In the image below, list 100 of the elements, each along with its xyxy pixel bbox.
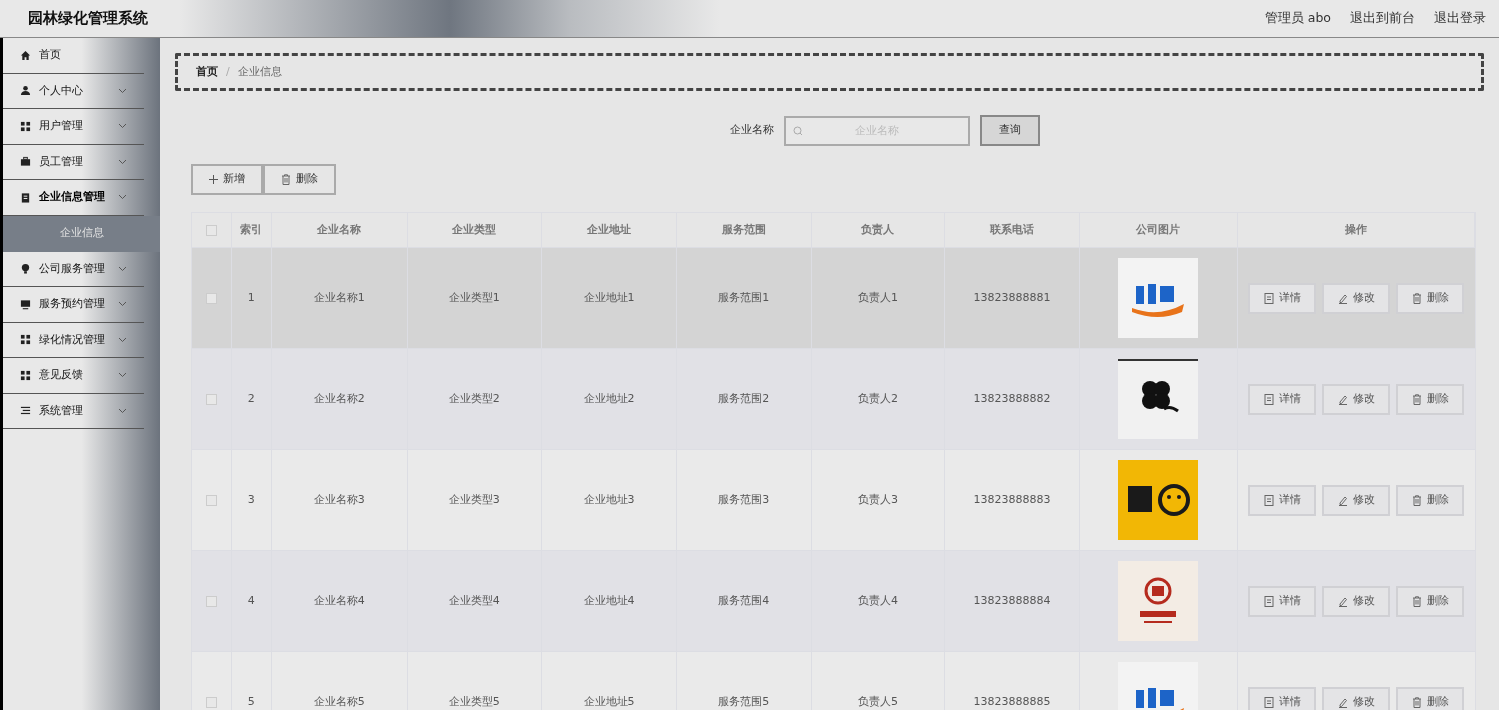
table-cell-text: 负责人2 [857,390,898,407]
pencil-icon [1337,696,1348,708]
trash-icon [1411,595,1422,607]
row-checkbox[interactable] [205,292,217,304]
row-checkbox[interactable] [205,393,217,405]
edit-button[interactable]: 修改 [1322,282,1391,314]
document-icon [1263,696,1274,708]
select-all-checkbox[interactable] [205,224,217,236]
document-icon [1263,292,1274,304]
delete-button[interactable]: 删除 [1396,484,1465,516]
edit-button[interactable]: 修改 [1322,686,1391,710]
column-header: 公司图片 [1079,213,1238,247]
chevron-down-icon [118,194,127,201]
table-cell-text: 企业地址4 [583,592,635,609]
sidebar-item[interactable]: 首页 [3,38,144,74]
table-cell-text: 企业地址2 [583,390,635,407]
chevron-down-icon [118,158,127,165]
table-cell-text: 13823888883 [973,491,1051,508]
header-link[interactable]: 退出登录 [1434,9,1486,28]
list-icon [20,405,31,417]
plus-icon [209,175,218,184]
table-cell-text: 企业类型4 [448,592,500,609]
trash-icon [1411,292,1422,304]
delete-button[interactable]: 删除 [1396,585,1465,617]
chevron-down-icon [118,407,127,414]
table-cell-text: 2 [247,390,255,407]
sidebar-item[interactable]: 服务预约管理 [3,287,144,323]
header-link[interactable]: 退出到前台 [1350,9,1415,28]
column-header: 企业类型 [407,213,543,247]
user-icon [20,85,31,97]
table-cell-text: 13823888881 [973,289,1051,306]
delete-button[interactable]: 删除 [1396,383,1465,415]
sidebar-subitem[interactable]: 企业信息 [3,215,160,252]
table-cell-text: 3 [247,491,255,508]
pencil-icon [1337,494,1348,506]
column-header: 服务范围 [676,213,812,247]
table-cell-text: 企业地址1 [583,289,635,306]
breadcrumb-item[interactable]: 企业信息 [237,63,282,81]
row-checkbox[interactable] [205,494,217,506]
document-icon [1263,595,1274,607]
grid-icon [20,120,31,132]
table-cell: 5 [247,693,255,710]
details-button[interactable]: 详情 [1248,282,1317,314]
pencil-icon [1337,595,1348,607]
chevron-down-icon [118,265,127,272]
clipboard-icon [20,191,31,203]
trash-icon [281,174,291,185]
briefcase-icon [20,156,31,168]
sidebar-item[interactable]: 个人中心 [3,73,144,109]
document-icon [1263,393,1274,405]
column-header: 操作 [1237,213,1475,247]
search-button[interactable]: 查询 [979,115,1040,146]
breadcrumb-item[interactable]: 首页 [196,63,218,81]
trash-icon [1411,494,1422,506]
details-button[interactable]: 详情 [1248,585,1317,617]
table-cell-text: 服务范围2 [718,390,770,407]
table-cell-text: 负责人1 [857,289,898,306]
table-cell: 负责人5 [857,693,898,710]
delete-button[interactable]: 删除 [1396,282,1465,314]
app-title: 园林绿化管理系统 [28,8,148,30]
row-checkbox[interactable] [205,595,217,607]
sidebar-item[interactable]: 绿化情况管理 [3,322,144,358]
chevron-down-icon [118,87,127,94]
table-cell-text: 负责人3 [857,491,898,508]
table-cell-text: 企业类型2 [448,390,500,407]
table-cell: 企业名称5 [313,693,365,710]
delete-button[interactable]: 删除 [263,164,336,195]
details-button[interactable]: 详情 [1248,686,1317,710]
edit-button[interactable]: 修改 [1322,383,1391,415]
sidebar-item[interactable]: 员工管理 [3,144,144,180]
table-cell-text: 服务范围1 [718,289,770,306]
details-button[interactable]: 详情 [1248,383,1317,415]
add-button[interactable]: 新增 [191,164,263,195]
sidebar-item[interactable]: 公司服务管理 [3,251,144,287]
grid-icon [20,369,31,381]
column-header: 索引 [231,213,272,247]
edit-button[interactable]: 修改 [1322,585,1391,617]
breadcrumb-separator: / [226,63,230,80]
table-cell-text: 企业类型1 [448,289,500,306]
column-header: 企业名称 [271,213,408,247]
table-cell-text: 4 [247,592,255,609]
edit-button[interactable]: 修改 [1322,484,1391,516]
delete-button[interactable]: 删除 [1396,686,1465,710]
sidebar-item[interactable]: 企业信息管理 [3,180,144,216]
table-cell-text: 13823888882 [973,390,1051,407]
sidebar-item[interactable]: 用户管理 [3,109,144,145]
home-icon [20,49,31,61]
monitor-icon [20,298,31,310]
sidebar-item[interactable]: 意见反馈 [3,358,144,394]
column-header: 负责人 [811,213,946,247]
table-cell-text: 企业名称1 [313,289,365,306]
table-cell-text: 1 [247,289,255,306]
table-cell: 企业地址5 [583,693,635,710]
chevron-down-icon [118,336,127,343]
trash-icon [1411,393,1422,405]
row-checkbox[interactable] [205,696,217,708]
trash-icon [1411,696,1422,708]
details-button[interactable]: 详情 [1248,484,1317,516]
table-cell-text: 服务范围4 [718,592,770,609]
sidebar-item[interactable]: 系统管理 [3,393,144,429]
